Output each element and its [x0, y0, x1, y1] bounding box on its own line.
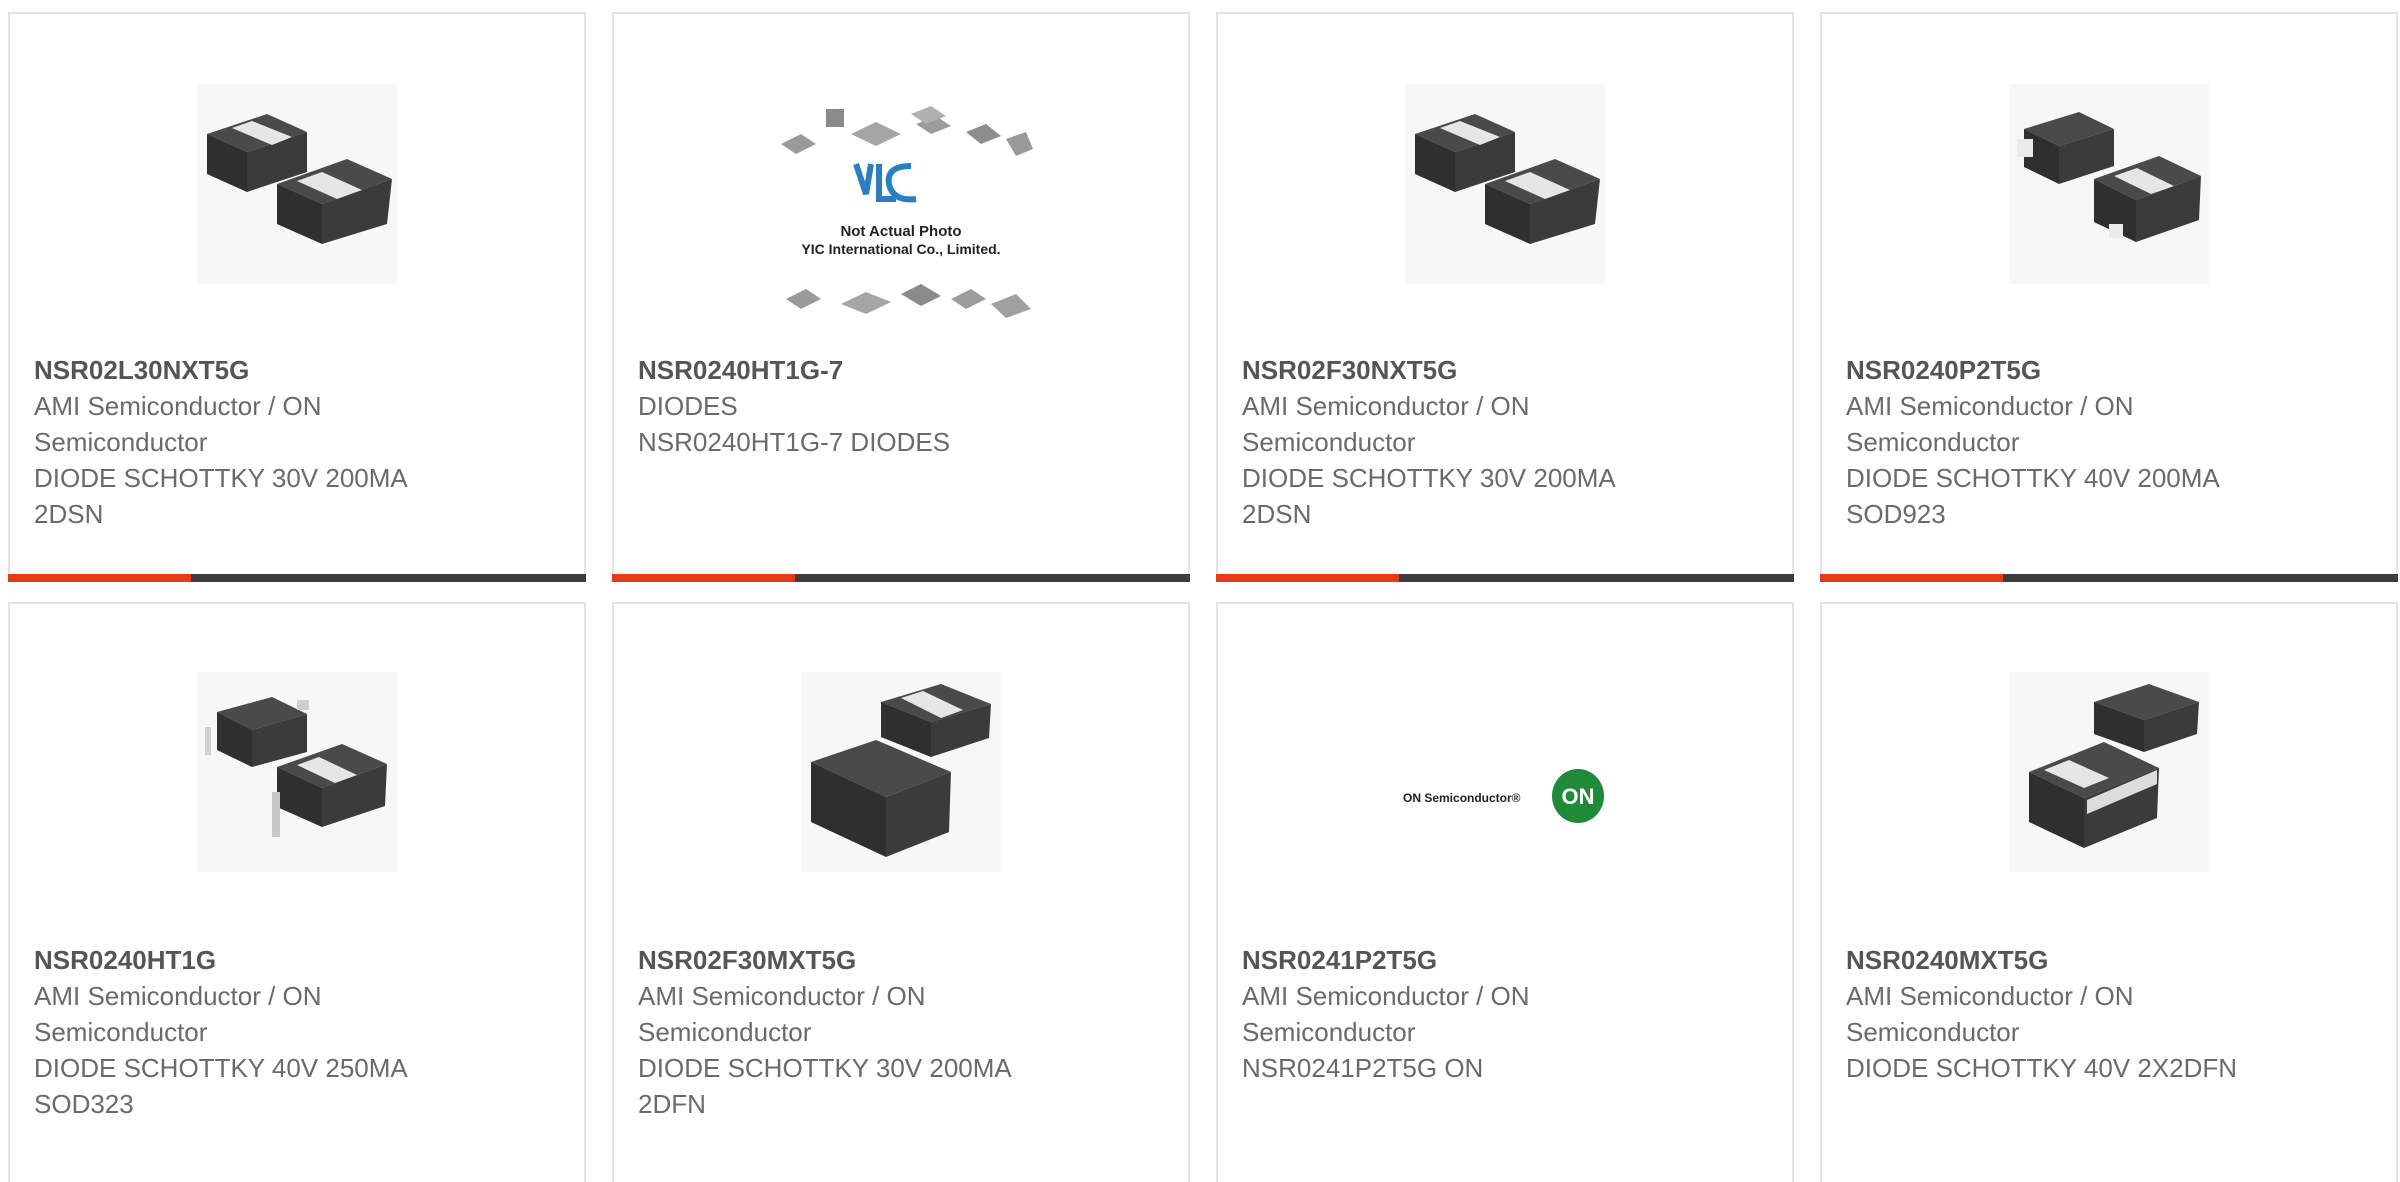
description: DIODE SCHOTTKY 30V 200MA 2DFN [638, 1053, 1011, 1119]
description: NSR0240HT1G-7 DIODES [638, 427, 951, 457]
accent-bar [8, 574, 191, 582]
product-info: NSR0240HT1G-7 DIODES NSR0240HT1G-7 DIODE… [638, 352, 1078, 460]
product-card[interactable]: NSR02F30NXT5G AMI Semiconductor / ON Sem… [1216, 12, 1794, 582]
product-info: NSR02F30MXT5G AMI Semiconductor / ON Sem… [638, 942, 1078, 1122]
accent-bar [1216, 574, 1399, 582]
part-number[interactable]: NSR0240MXT5G [1846, 942, 2286, 978]
diode-package-photo-icon[interactable] [197, 84, 397, 284]
manufacturer: AMI Semiconductor / ON Semiconductor [34, 391, 322, 457]
not-actual-photo-placeholder-icon[interactable]: Not Actual Photo YIC International Co., … [766, 104, 1036, 344]
description: DIODE SCHOTTKY 30V 200MA 2DSN [34, 463, 407, 529]
product-card[interactable]: Not Actual Photo YIC International Co., … [612, 12, 1190, 582]
product-info: NSR0241P2T5G AMI Semiconductor / ON Semi… [1242, 942, 1682, 1086]
placeholder-company: YIC International Co., Limited. [801, 241, 1000, 257]
product-card[interactable]: NSR0240MXT5G AMI Semiconductor / ON Semi… [1820, 602, 2398, 1182]
card-footer-bar [8, 574, 586, 582]
description: DIODE SCHOTTKY 40V 200MA SOD923 [1846, 463, 2219, 529]
card-footer-bar [612, 574, 1190, 582]
diode-package-photo-icon[interactable] [801, 672, 1001, 872]
on-semiconductor-logo-icon[interactable]: ON Semiconductor® ON [1395, 756, 1615, 836]
manufacturer: AMI Semiconductor / ON Semiconductor [1242, 981, 1530, 1047]
product-info: NSR0240P2T5G AMI Semiconductor / ON Semi… [1846, 352, 2286, 532]
product-info: NSR0240HT1G AMI Semiconductor / ON Semic… [34, 942, 474, 1122]
product-info: NSR02F30NXT5G AMI Semiconductor / ON Sem… [1242, 352, 1682, 532]
placeholder-caption: Not Actual Photo [840, 223, 961, 240]
manufacturer: AMI Semiconductor / ON Semiconductor [638, 981, 926, 1047]
manufacturer: AMI Semiconductor / ON Semiconductor [1846, 391, 2134, 457]
description: NSR0241P2T5G ON [1242, 1053, 1484, 1083]
product-grid: NSR02L30NXT5G AMI Semiconductor / ON Sem… [0, 0, 2400, 1182]
diode-package-photo-icon[interactable] [1405, 84, 1605, 284]
card-footer-bar [1216, 574, 1794, 582]
part-number[interactable]: NSR0240HT1G [34, 942, 474, 978]
product-card[interactable]: ON Semiconductor® ON NSR0241P2T5G AMI Se… [1216, 602, 1794, 1182]
description: DIODE SCHOTTKY 40V 2X2DFN [1846, 1053, 2238, 1083]
product-card[interactable]: NSR02L30NXT5G AMI Semiconductor / ON Sem… [8, 12, 586, 582]
description: DIODE SCHOTTKY 40V 250MA SOD323 [34, 1053, 407, 1119]
manufacturer: AMI Semiconductor / ON Semiconductor [1846, 981, 2134, 1047]
accent-bar [1820, 574, 2003, 582]
product-info: NSR0240MXT5G AMI Semiconductor / ON Semi… [1846, 942, 2286, 1086]
manufacturer: AMI Semiconductor / ON Semiconductor [1242, 391, 1530, 457]
diode-package-photo-icon[interactable] [2009, 84, 2209, 284]
diode-package-photo-icon[interactable] [2009, 672, 2209, 872]
manufacturer: DIODES [638, 391, 738, 421]
manufacturer: AMI Semiconductor / ON Semiconductor [34, 981, 322, 1047]
part-number[interactable]: NSR0240P2T5G [1846, 352, 2286, 388]
product-card[interactable]: NSR0240HT1G AMI Semiconductor / ON Semic… [8, 602, 586, 1182]
part-number[interactable]: NSR0240HT1G-7 [638, 352, 1078, 388]
accent-bar [612, 574, 795, 582]
product-card[interactable]: NSR02F30MXT5G AMI Semiconductor / ON Sem… [612, 602, 1190, 1182]
description: DIODE SCHOTTKY 30V 200MA 2DSN [1242, 463, 1615, 529]
product-info: NSR02L30NXT5G AMI Semiconductor / ON Sem… [34, 352, 474, 532]
logo-wordmark: ON Semiconductor® [1403, 791, 1521, 805]
product-card[interactable]: NSR0240P2T5G AMI Semiconductor / ON Semi… [1820, 12, 2398, 582]
part-number[interactable]: NSR02F30MXT5G [638, 942, 1078, 978]
part-number[interactable]: NSR0241P2T5G [1242, 942, 1682, 978]
diode-package-photo-icon[interactable] [197, 672, 397, 872]
logo-badge: ON [1562, 784, 1595, 809]
card-footer-bar [1820, 574, 2398, 582]
part-number[interactable]: NSR02F30NXT5G [1242, 352, 1682, 388]
part-number[interactable]: NSR02L30NXT5G [34, 352, 474, 388]
